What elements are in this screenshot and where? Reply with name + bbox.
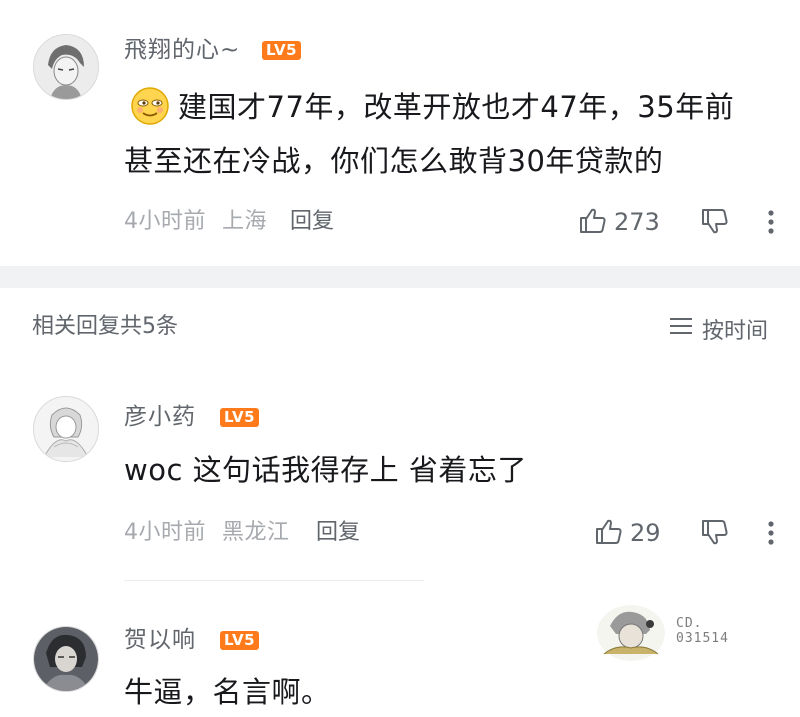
like-count: 29: [630, 519, 661, 547]
sort-button[interactable]: 按时间: [668, 313, 768, 345]
avatar-image: [34, 627, 98, 691]
username[interactable]: 飛翔的心~: [124, 36, 240, 64]
sort-label: 按时间: [702, 319, 769, 344]
watermark-code: CD. 031514: [676, 616, 729, 646]
avatar[interactable]: [33, 396, 99, 462]
watermark-code-line1: CD.: [676, 616, 703, 631]
comment-text: 建国才77年，改革开放也才47年，35年前: [178, 90, 735, 124]
more-options-icon[interactable]: [764, 206, 778, 242]
reply-button[interactable]: 回复: [290, 208, 334, 236]
comment-text: woc 这句话我得存上 省着忘了: [124, 453, 527, 487]
like-button[interactable]: 273: [578, 205, 660, 239]
comment-location: 上海: [222, 209, 268, 234]
reply-button[interactable]: 回复: [316, 519, 360, 547]
avatar[interactable]: [33, 34, 99, 100]
avatar[interactable]: [33, 626, 99, 692]
like-button[interactable]: 29: [594, 516, 661, 550]
avatar-image: [34, 397, 98, 461]
comment-time: 4小时前: [124, 520, 206, 545]
thumbs-up-icon: [594, 516, 624, 550]
sort-lines-icon: [668, 314, 694, 344]
smirk-emoji-icon: [130, 86, 170, 126]
level-badge: LV5: [262, 41, 302, 60]
comment-location: 黑龙江: [222, 520, 290, 545]
replies-count-label: 相关回复共5条: [32, 314, 178, 339]
more-options-icon[interactable]: [764, 517, 778, 553]
like-count: 273: [614, 208, 660, 236]
avatar-image: [34, 35, 98, 99]
watermark-sticker: [596, 604, 666, 662]
thumbs-up-icon: [578, 205, 608, 239]
comment-divider: [124, 580, 424, 581]
watermark-code-line2: 031514: [676, 631, 729, 646]
section-divider: [0, 266, 800, 288]
level-badge: LV5: [220, 408, 260, 427]
username[interactable]: 贺以响: [124, 626, 196, 654]
thumbs-down-icon[interactable]: [700, 207, 730, 241]
comment-time: 4小时前: [124, 209, 206, 234]
level-badge: LV5: [220, 631, 260, 650]
comment-text-line2: 甚至还在冷战，你们怎么敢背30年贷款的: [124, 144, 664, 178]
comment-text: 牛逼，名言啊。: [124, 675, 331, 709]
username[interactable]: 彦小药: [124, 403, 196, 431]
thumbs-down-icon[interactable]: [700, 518, 730, 552]
